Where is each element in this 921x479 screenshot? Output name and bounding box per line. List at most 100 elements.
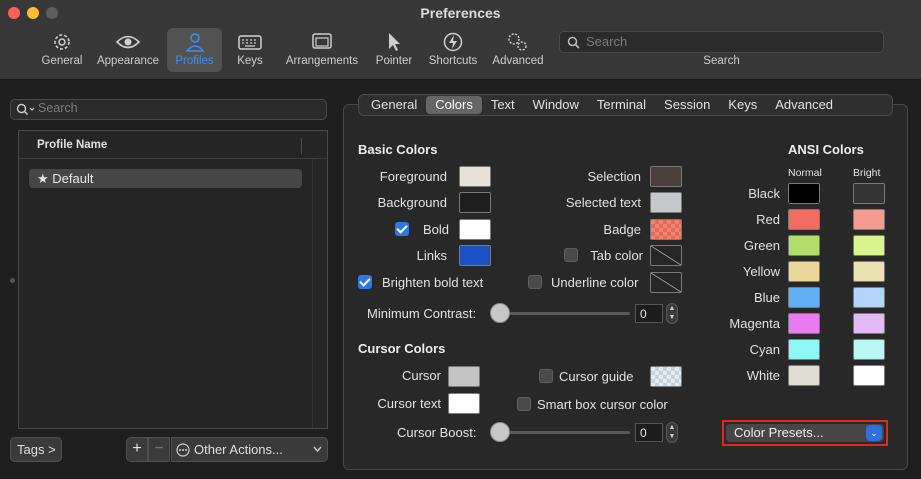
ansi-white-bright-well[interactable]	[853, 365, 885, 386]
tab-color-checkbox[interactable]	[564, 248, 578, 262]
ansi-blue-normal-well[interactable]	[788, 287, 820, 308]
background-color-well[interactable]	[459, 192, 491, 213]
cursor-colors-heading: Cursor Colors	[358, 341, 446, 356]
selected-text-color-well[interactable]	[650, 192, 682, 213]
cursor-boost-stepper[interactable]: ▲ ▼	[666, 422, 678, 443]
toolbar-keys[interactable]: Keys	[230, 28, 270, 72]
smart-box-cursor-checkbox[interactable]	[517, 397, 531, 411]
selection-color-well[interactable]	[650, 166, 682, 187]
profile-list: Profile Name ★ Default	[18, 130, 328, 429]
ansi-yellow-normal-well[interactable]	[788, 261, 820, 282]
profile-name-column-header[interactable]: Profile Name	[19, 131, 327, 159]
badge-color-well[interactable]	[650, 219, 682, 240]
tags-button[interactable]: Tags >	[10, 437, 62, 462]
toolbar-profiles[interactable]: Profiles	[167, 28, 222, 72]
ansi-magenta-normal-well[interactable]	[788, 313, 820, 334]
tab-text[interactable]: Text	[482, 96, 524, 114]
cursor-text-label: Cursor text	[377, 396, 441, 411]
color-presets-label: Color Presets...	[734, 425, 824, 440]
minimum-contrast-stepper[interactable]: ▲ ▼	[666, 303, 678, 324]
ansi-red-normal-well[interactable]	[788, 209, 820, 230]
foreground-label: Foreground	[379, 169, 447, 184]
brighten-bold-label: Brighten bold text	[382, 275, 484, 290]
bold-color-well[interactable]	[459, 219, 491, 240]
tab-color-well[interactable]	[650, 245, 682, 266]
profile-list-scrollbar[interactable]	[312, 159, 327, 428]
ansi-cyan-bright-well[interactable]	[853, 339, 885, 360]
ansi-green-normal-well[interactable]	[788, 235, 820, 256]
underline-color-checkbox[interactable]	[528, 275, 542, 289]
tab-color-label: Tab color	[590, 248, 643, 263]
ansi-yellow-label: Yellow	[742, 264, 780, 279]
remove-profile-button[interactable]: −	[148, 437, 170, 462]
brighten-bold-checkbox[interactable]	[358, 275, 372, 289]
profile-row-default[interactable]: ★ Default	[29, 169, 302, 188]
tab-window[interactable]: Window	[524, 96, 588, 114]
ansi-blue-label: Blue	[753, 290, 780, 305]
toolbar-pointer[interactable]: Pointer	[372, 28, 416, 72]
ansi-green-bright-well[interactable]	[853, 235, 885, 256]
person-icon	[184, 33, 205, 52]
cursor-label: Cursor	[401, 368, 441, 383]
ansi-cyan-normal-well[interactable]	[788, 339, 820, 360]
add-profile-button[interactable]: +	[126, 437, 148, 462]
basic-colors-heading: Basic Colors	[358, 142, 438, 157]
cursor-guide-checkbox[interactable]	[539, 369, 553, 383]
color-presets-menu[interactable]: Color Presets... ⌄	[726, 424, 884, 442]
gear-icon	[54, 34, 70, 50]
tab-advanced[interactable]: Advanced	[766, 96, 842, 114]
cursor-guide-color-well[interactable]	[650, 366, 682, 387]
cursor-color-well[interactable]	[448, 366, 480, 387]
background-label: Background	[377, 195, 447, 210]
toolbar-advanced[interactable]: Advanced	[489, 28, 547, 72]
bold-label: Bold	[422, 222, 449, 237]
ansi-black-normal-well[interactable]	[788, 183, 820, 204]
cursor-boost-value[interactable]: 0	[635, 423, 663, 442]
profile-search[interactable]	[10, 99, 327, 120]
ansi-bright-header: Bright	[853, 167, 881, 179]
window-title: Preferences	[420, 5, 501, 21]
chevron-down-icon: ⌄	[866, 425, 882, 441]
tab-session[interactable]: Session	[655, 96, 719, 114]
links-label: Links	[416, 248, 447, 263]
cursor-text-color-well[interactable]	[448, 393, 480, 414]
underline-color-well[interactable]	[650, 272, 682, 293]
minimum-contrast-track[interactable]	[495, 312, 630, 315]
ansi-red-bright-well[interactable]	[853, 209, 885, 230]
toolbar-appearance[interactable]: Appearance	[94, 28, 162, 72]
minimum-contrast-slider[interactable]	[490, 303, 510, 323]
ansi-normal-header: Normal	[788, 167, 822, 179]
windows-icon	[312, 33, 332, 49]
ansi-yellow-bright-well[interactable]	[853, 261, 885, 282]
cursor-boost-slider[interactable]	[490, 422, 510, 442]
cursor-boost-label: Cursor Boost:	[397, 425, 477, 440]
profile-search-input[interactable]	[38, 101, 288, 115]
toolbar-general[interactable]: General	[38, 28, 86, 72]
toolbar-arrangements[interactable]: Arrangements	[282, 28, 362, 72]
search-icon	[16, 103, 35, 116]
other-actions-menu[interactable]: Other Actions...	[171, 437, 328, 462]
ansi-blue-bright-well[interactable]	[853, 287, 885, 308]
bold-checkbox[interactable]	[395, 222, 409, 236]
split-handle[interactable]	[10, 278, 15, 283]
ansi-magenta-bright-well[interactable]	[853, 313, 885, 334]
ansi-magenta-label: Magenta	[729, 316, 780, 331]
foreground-color-well[interactable]	[459, 166, 491, 187]
preferences-search-input[interactable]	[586, 34, 866, 49]
tab-terminal[interactable]: Terminal	[588, 96, 655, 114]
keyboard-icon	[238, 35, 262, 50]
tab-colors[interactable]: Colors	[426, 96, 482, 114]
tab-general[interactable]: General	[362, 96, 426, 114]
links-color-well[interactable]	[459, 245, 491, 266]
ansi-white-normal-well[interactable]	[788, 365, 820, 386]
toolbar-shortcuts[interactable]: Shortcuts	[424, 28, 482, 72]
ansi-red-label: Red	[756, 212, 780, 227]
tab-keys[interactable]: Keys	[719, 96, 766, 114]
ansi-green-label: Green	[743, 238, 780, 253]
cursor-boost-track[interactable]	[495, 431, 630, 434]
ellipsis-circle-icon	[176, 443, 190, 457]
minimum-contrast-value[interactable]: 0	[635, 304, 663, 323]
chevron-down-icon	[313, 446, 322, 453]
preferences-search[interactable]	[559, 31, 884, 53]
ansi-black-bright-well[interactable]	[853, 183, 885, 204]
